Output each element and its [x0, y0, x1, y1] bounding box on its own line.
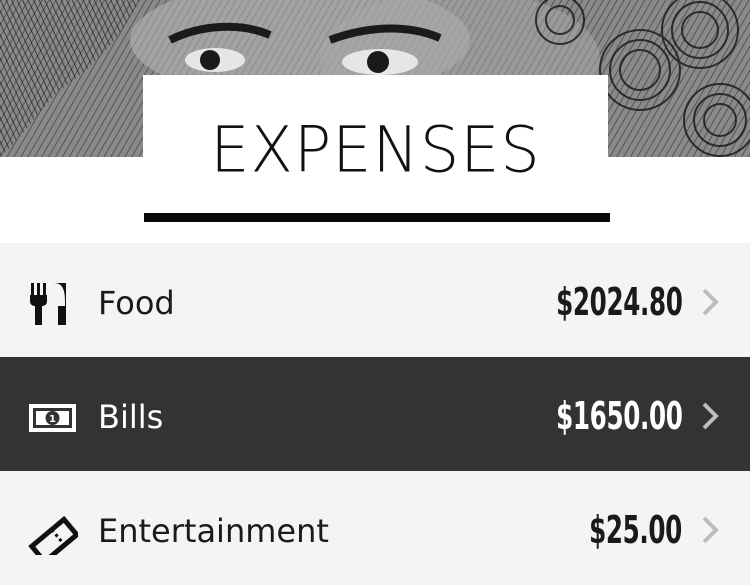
fork-knife-icon [30, 283, 66, 325]
ticket-icon [28, 515, 78, 555]
expense-amount: $25.00 [589, 508, 682, 552]
expense-label: Entertainment [98, 512, 329, 550]
banknote-icon: 1 [29, 404, 76, 432]
expense-row-entertainment[interactable]: Entertainment $25.00 [0, 471, 750, 585]
chevron-right-icon [702, 516, 719, 544]
expense-amount: $1650.00 [555, 394, 683, 438]
expense-label: Bills [98, 398, 164, 436]
chevron-right-icon [702, 402, 719, 430]
expense-amount: $2024.80 [555, 280, 683, 324]
expense-row-food[interactable]: Food $2024.80 [0, 243, 750, 357]
expense-row-bills[interactable]: 1 Bills $1650.00 [0, 357, 750, 471]
svg-text:1: 1 [49, 414, 56, 425]
page-title: EXPENSES [210, 112, 541, 187]
chevron-right-icon [702, 288, 719, 316]
title-underline [144, 213, 610, 222]
expense-label: Food [98, 284, 175, 322]
